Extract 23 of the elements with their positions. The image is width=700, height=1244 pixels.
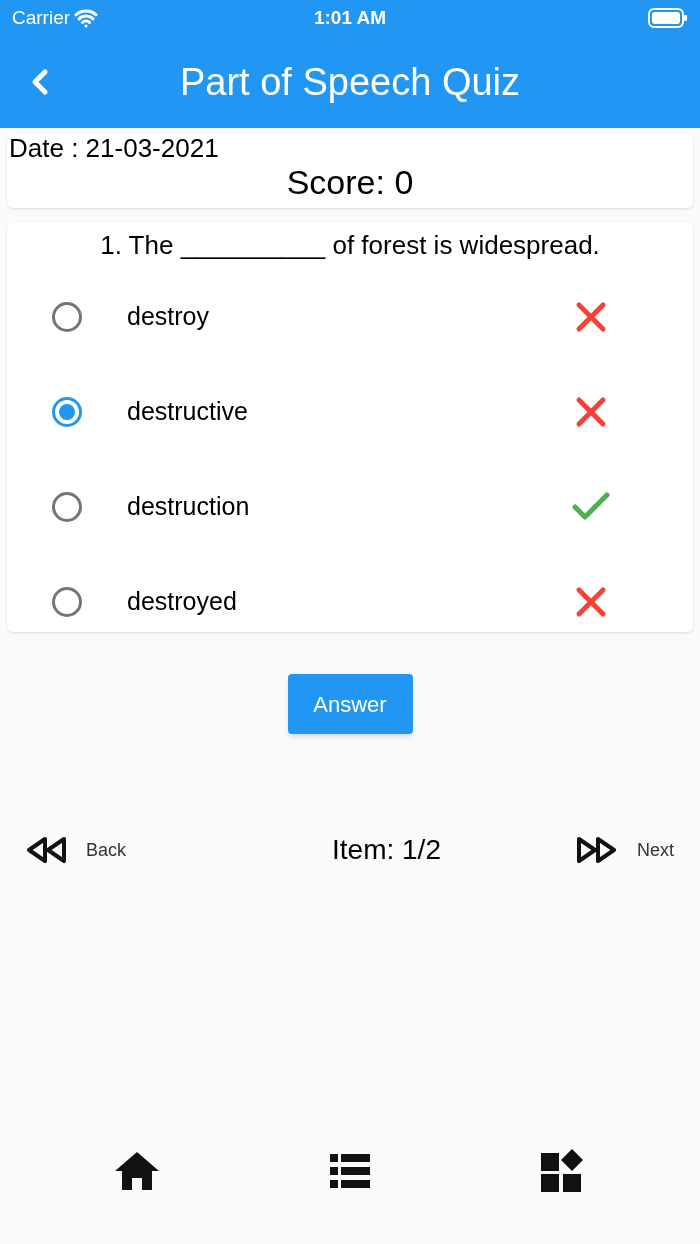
score-text: Score: 0 bbox=[285, 162, 415, 202]
widgets-icon bbox=[541, 1149, 586, 1193]
radio-button[interactable] bbox=[52, 396, 82, 427]
next-nav-button[interactable]: Next bbox=[576, 836, 674, 864]
back-nav-button[interactable]: Back bbox=[26, 836, 127, 864]
item-counter: Item: 1/2 bbox=[332, 833, 441, 867]
option-label: destructive bbox=[127, 395, 249, 427]
radio-button[interactable] bbox=[52, 301, 82, 332]
app-title: Part of Speech Quiz bbox=[179, 59, 521, 105]
fast-forward-icon bbox=[576, 837, 617, 863]
radio-button[interactable] bbox=[52, 586, 82, 617]
battery-icon bbox=[648, 8, 688, 28]
home-icon bbox=[113, 1151, 160, 1191]
question-text: 1. The __________ of forest is widespread. bbox=[99, 229, 601, 262]
date-text: Date : 21-03-2021 bbox=[8, 134, 220, 162]
clock-text: 1:01 AM bbox=[313, 5, 387, 30]
option-label: destroy bbox=[127, 300, 210, 332]
list-icon bbox=[330, 1154, 370, 1188]
rewind-icon bbox=[26, 837, 66, 863]
option-label: destroyed bbox=[127, 585, 238, 617]
carrier-text: Carrier bbox=[12, 5, 71, 30]
option-label: destruction bbox=[127, 490, 251, 522]
radio-button[interactable] bbox=[52, 491, 82, 522]
